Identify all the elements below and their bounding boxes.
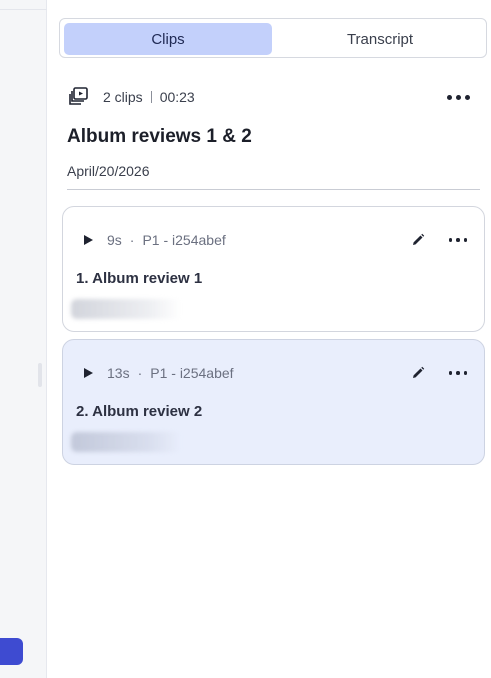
view-toggle: Clips Transcript <box>59 18 487 58</box>
more-dots-icon <box>448 238 468 242</box>
tab-transcript[interactable]: Transcript <box>276 23 484 55</box>
left-rail <box>0 0 47 678</box>
collection-date: April/20/2026 <box>67 163 150 179</box>
play-icon <box>84 235 93 245</box>
resize-handle[interactable] <box>38 363 42 387</box>
play-button[interactable] <box>77 362 99 384</box>
pencil-icon <box>413 366 425 378</box>
meta-dot: · <box>129 232 135 248</box>
edit-clip-button[interactable] <box>406 362 430 384</box>
clip-count: 2 clips <box>103 89 143 105</box>
total-duration: 00:23 <box>159 89 195 105</box>
rail-action-button[interactable] <box>0 638 23 665</box>
clip-duration: 13s <box>107 365 130 381</box>
top-strip <box>47 0 491 9</box>
clip-participant: P1 - i254abef <box>142 232 226 248</box>
clip-duration: 9s <box>107 232 122 248</box>
clip-participant: P1 - i254abef <box>150 365 234 381</box>
collection-meta: 2 clips 00:23 <box>68 86 195 108</box>
pencil-icon <box>413 233 425 245</box>
clip-card-selected[interactable]: 13s · P1 - i254abef 2. Album review 2 <box>62 339 485 465</box>
tab-clips[interactable]: Clips <box>64 23 272 55</box>
page-title: Album reviews 1 & 2 <box>67 126 252 147</box>
more-dots-icon <box>446 94 470 100</box>
clip-more-button[interactable] <box>446 229 470 251</box>
blurred-thumbnail <box>71 432 181 452</box>
clip-card[interactable]: 9s · P1 - i254abef 1. Album review 1 <box>62 206 485 332</box>
play-icon <box>84 368 93 378</box>
meta-separator <box>150 91 152 103</box>
clip-more-button[interactable] <box>446 362 470 384</box>
clip-title: 1. Album review 1 <box>76 270 203 287</box>
header-divider <box>67 189 480 190</box>
more-dots-icon <box>448 371 468 375</box>
stacked-clips-icon <box>69 87 88 105</box>
play-button[interactable] <box>77 229 99 251</box>
rail-divider <box>0 9 47 10</box>
collection-more-button[interactable] <box>441 86 475 108</box>
clip-title: 2. Album review 2 <box>76 403 203 420</box>
blurred-thumbnail <box>71 299 181 319</box>
meta-dot: · <box>137 365 143 381</box>
edit-clip-button[interactable] <box>406 229 430 251</box>
